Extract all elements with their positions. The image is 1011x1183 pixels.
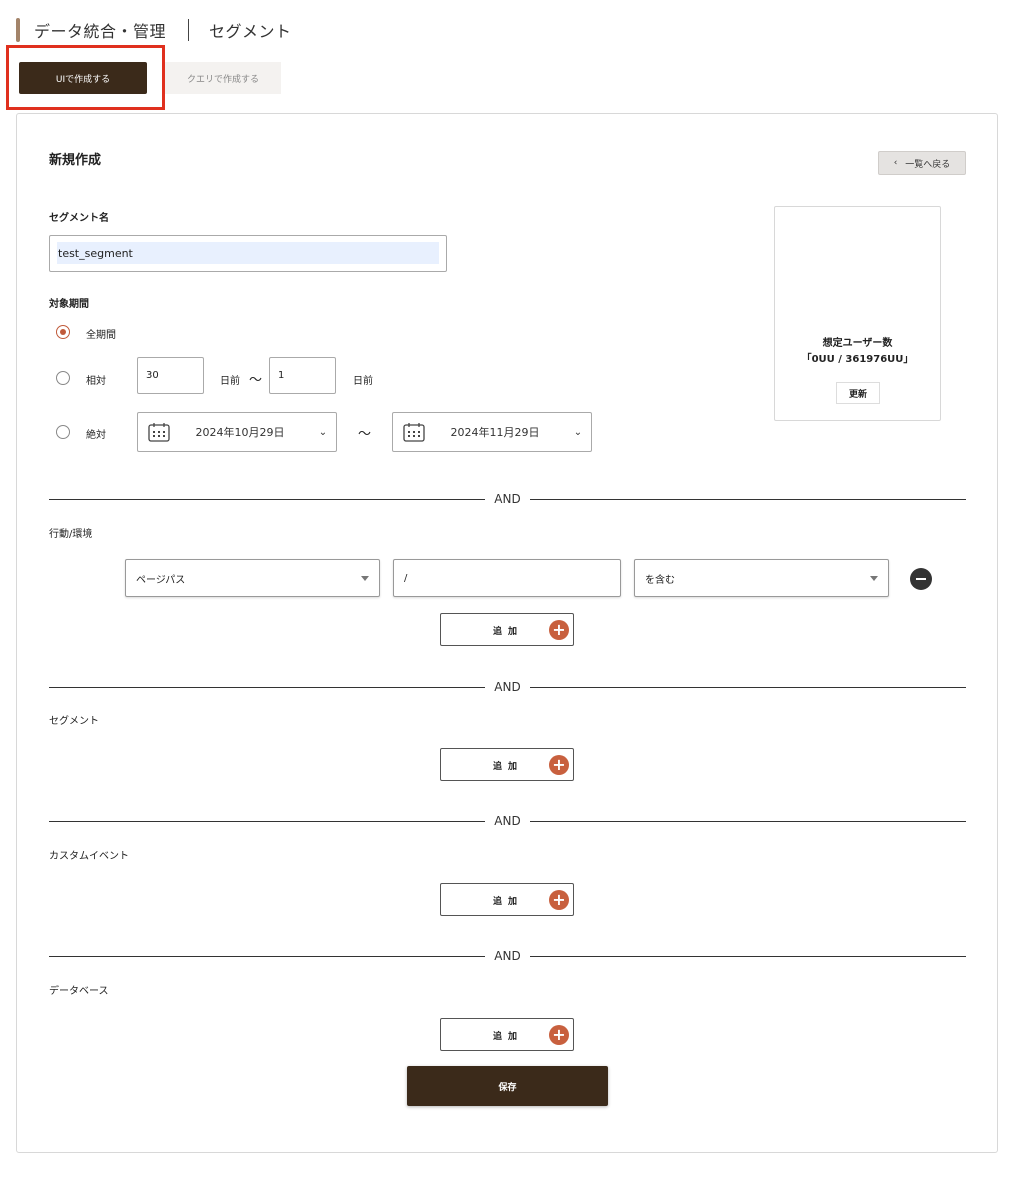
back-to-list-button[interactable]: ‹ 一覧へ戻る (878, 151, 966, 175)
condition-field-value: ページパス (136, 574, 186, 586)
days-ago-label-2: 日前 (353, 376, 373, 387)
add-button-label: 追加 (493, 762, 524, 772)
plus-icon: + (549, 890, 569, 910)
refresh-button[interactable]: 更新 (836, 382, 880, 404)
condition-operator-select[interactable]: を含む (634, 559, 889, 597)
add-segment-button[interactable]: 追加 + (440, 748, 574, 781)
page-header: データ統合・管理 セグメント (16, 18, 292, 42)
tab-create-ui[interactable]: UIで作成する (19, 62, 147, 94)
radio-relative-label: 相対 (86, 376, 106, 387)
caret-down-icon (361, 575, 369, 581)
plus-icon: + (549, 1025, 569, 1045)
condition-value-input[interactable]: / (393, 559, 621, 597)
chevron-down-icon: ⌄ (318, 426, 328, 438)
caret-down-icon (870, 575, 878, 581)
estimate-title: 想定ユーザー数 (822, 338, 893, 349)
radio-relative[interactable] (56, 371, 70, 385)
add-button-label: 追加 (493, 627, 524, 637)
plus-icon: + (549, 755, 569, 775)
period-label: 対象期間 (49, 299, 89, 310)
days-ago-label: 日前 (220, 376, 240, 387)
segment-form-card: 新規作成 ‹ 一覧へ戻る セグメント名 test_segment 対象期間 全期… (16, 113, 998, 1153)
date-from-value: 2024年10月29日 (195, 426, 285, 439)
condition-operator-value: を含む (645, 574, 675, 586)
relative-to-input[interactable]: 1 (269, 357, 336, 394)
range-tilde: 〜 (249, 373, 263, 388)
date-to-value: 2024年11月29日 (450, 426, 540, 439)
tab-create-query[interactable]: クエリで作成する (165, 62, 281, 94)
save-button[interactable]: 保存 (407, 1066, 608, 1106)
custom-event-label: カスタムイベント (49, 851, 129, 862)
header-accent-bar (16, 18, 20, 42)
add-database-button[interactable]: 追加 + (440, 1018, 574, 1051)
date-to-picker[interactable]: 2024年11月29日 ⌄ (392, 412, 592, 452)
and-divider: AND (49, 680, 966, 694)
add-custom-event-button[interactable]: 追加 + (440, 883, 574, 916)
relative-from-input[interactable]: 30 (137, 357, 204, 394)
condition-field-select[interactable]: ページパス (125, 559, 380, 597)
database-label: データベース (49, 986, 109, 997)
and-divider: AND (49, 949, 966, 963)
page-subtitle: セグメント (209, 22, 292, 41)
radio-absolute-label: 絶対 (86, 430, 106, 441)
chevron-down-icon: ⌄ (573, 426, 583, 438)
calendar-icon (148, 423, 170, 442)
segment-section-label: セグメント (49, 716, 99, 727)
date-range-tilde: 〜 (358, 427, 372, 442)
remove-condition-button[interactable] (910, 568, 932, 590)
header-separator (188, 19, 190, 41)
segment-name-input[interactable]: test_segment (49, 235, 447, 272)
segment-name-label: セグメント名 (49, 213, 109, 224)
radio-all-period[interactable] (56, 325, 70, 339)
behavior-label: 行動/環境 (49, 529, 93, 540)
add-button-label: 追加 (493, 897, 524, 907)
radio-absolute[interactable] (56, 425, 70, 439)
add-button-label: 追加 (493, 1032, 524, 1042)
chevron-left-icon: ‹ (893, 158, 898, 168)
plus-icon: + (549, 620, 569, 640)
radio-all-period-label: 全期間 (86, 330, 116, 341)
estimate-count: 「0UU / 361976UU」 (801, 354, 914, 365)
condition-value: / (404, 572, 408, 584)
back-button-label: 一覧へ戻る (905, 159, 951, 170)
and-divider: AND (49, 814, 966, 828)
date-from-picker[interactable]: 2024年10月29日 ⌄ (137, 412, 337, 452)
add-behavior-button[interactable]: 追加 + (440, 613, 574, 646)
form-title: 新規作成 (49, 153, 102, 168)
segment-name-value: test_segment (57, 242, 439, 264)
and-divider: AND (49, 492, 966, 506)
estimate-panel: 想定ユーザー数 「0UU / 361976UU」 更新 (774, 206, 941, 421)
calendar-icon (403, 423, 425, 442)
page-title: データ統合・管理 (34, 22, 167, 41)
